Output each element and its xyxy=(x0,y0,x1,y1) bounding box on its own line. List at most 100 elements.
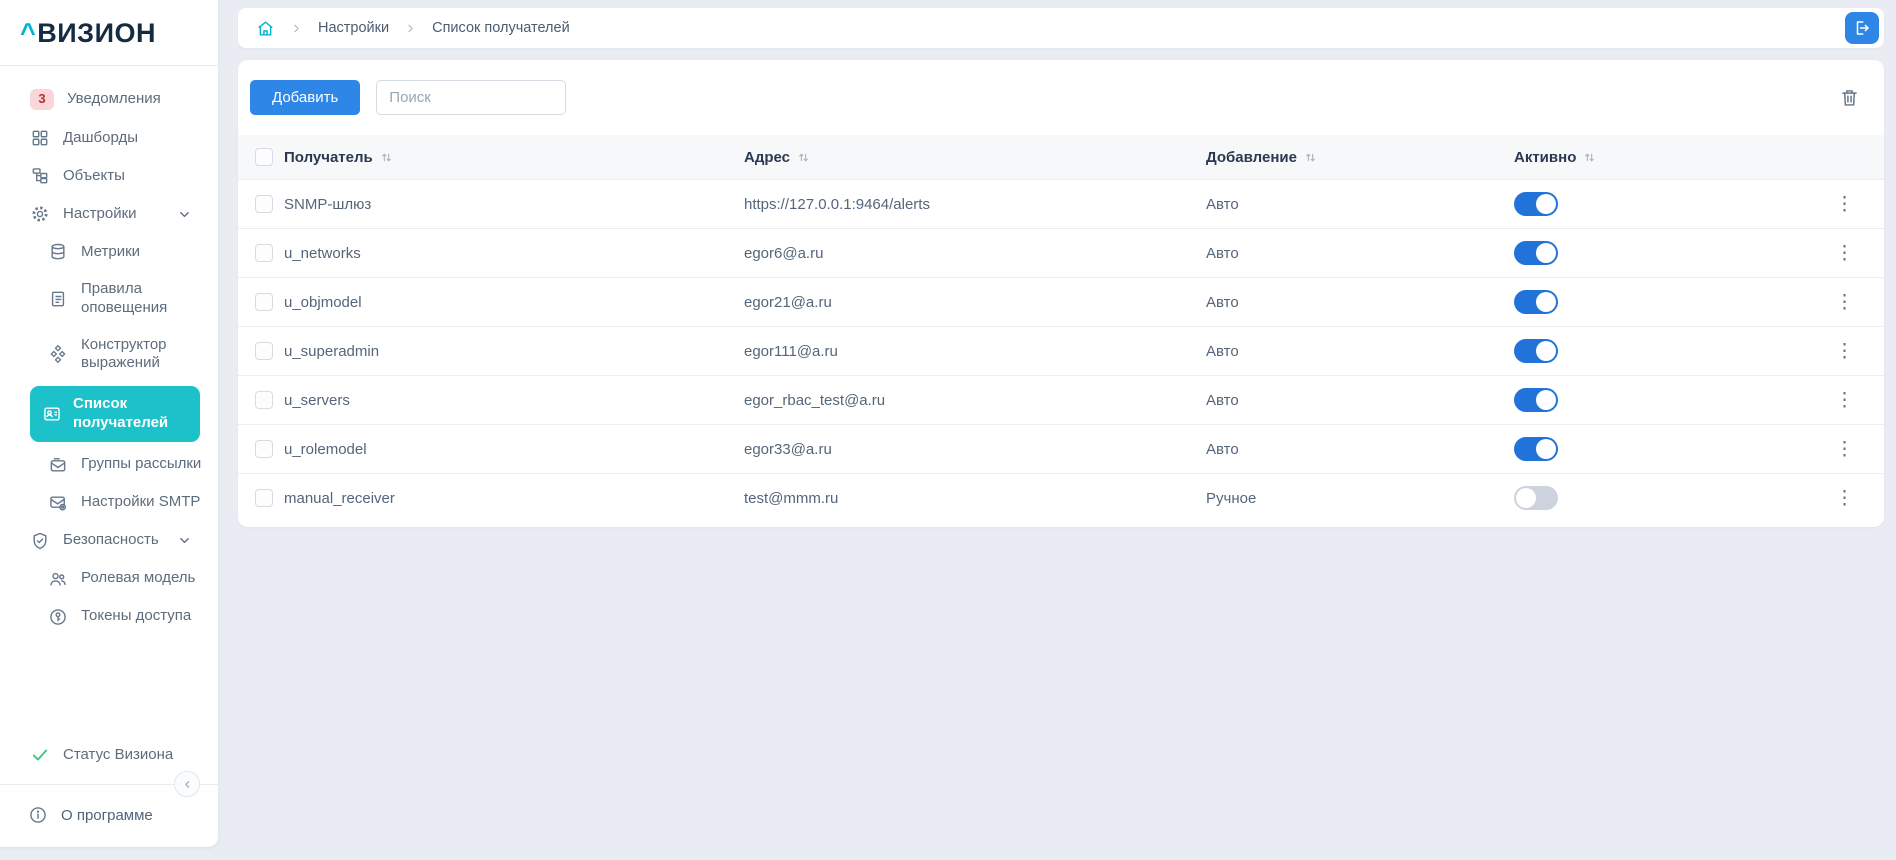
sidebar: ^ВИЗИОН 3 Уведомления Дашборды Объекты Н… xyxy=(0,0,218,847)
trash-icon xyxy=(1839,87,1860,108)
sidebar-item-vision-status[interactable]: Статус Визиона xyxy=(0,736,218,774)
document-icon xyxy=(48,289,68,309)
sort-icon[interactable] xyxy=(1304,151,1317,164)
row-checkbox[interactable] xyxy=(255,244,273,262)
row-checkbox[interactable] xyxy=(255,195,273,213)
recipient-addition: Авто xyxy=(1206,343,1239,360)
active-toggle[interactable] xyxy=(1514,290,1558,314)
sort-icon[interactable] xyxy=(1583,151,1596,164)
sidebar-collapse-button[interactable] xyxy=(174,771,200,797)
sidebar-nav: 3 Уведомления Дашборды Объекты Настройки xyxy=(0,66,218,636)
sidebar-item-notifications[interactable]: 3 Уведомления xyxy=(0,80,218,119)
diamond-cluster-icon xyxy=(48,344,68,364)
active-toggle[interactable] xyxy=(1514,241,1558,265)
sidebar-item-label: Ролевая модель xyxy=(81,569,195,588)
sidebar-item-smtp-settings[interactable]: Настройки SMTP xyxy=(0,484,218,522)
chevron-right-icon xyxy=(404,22,417,35)
notifications-badge: 3 xyxy=(30,89,54,110)
chevron-down-icon[interactable] xyxy=(177,533,192,548)
chevron-down-icon[interactable] xyxy=(177,207,192,222)
sidebar-item-role-model[interactable]: Ролевая модель xyxy=(0,560,218,598)
sort-icon[interactable] xyxy=(380,151,393,164)
sidebar-item-alert-rules[interactable]: Правила оповещения xyxy=(0,271,218,327)
row-menu-icon[interactable]: ⋮ xyxy=(1835,342,1854,361)
row-checkbox[interactable] xyxy=(255,440,273,458)
recipient-name: SNMP-шлюз xyxy=(284,196,371,213)
sidebar-item-metrics[interactable]: Метрики xyxy=(0,233,218,271)
table-header: Получатель Адрес Добавление Активно xyxy=(238,135,1884,179)
home-icon[interactable] xyxy=(256,19,275,38)
recipients-panel: Добавить Получатель Адрес Добавление Акт… xyxy=(238,60,1884,527)
app-logo: ^ВИЗИОН xyxy=(0,0,218,65)
active-toggle[interactable] xyxy=(1514,486,1558,510)
row-menu-icon[interactable]: ⋮ xyxy=(1835,440,1854,459)
recipient-addition: Авто xyxy=(1206,441,1239,458)
sidebar-item-objects[interactable]: Объекты xyxy=(0,157,218,195)
table-row: u_superadmin egor111@a.ru Авто ⋮ xyxy=(238,326,1884,375)
active-toggle[interactable] xyxy=(1514,192,1558,216)
toolbar: Добавить xyxy=(238,60,1884,135)
envelope-group-icon xyxy=(48,455,68,475)
row-checkbox[interactable] xyxy=(255,293,273,311)
column-header-addition: Добавление xyxy=(1206,149,1297,166)
people-icon xyxy=(48,569,68,589)
sidebar-bottom: Статус Визиона О программе xyxy=(0,736,218,847)
sidebar-item-dashboards[interactable]: Дашборды xyxy=(0,119,218,157)
recipient-addition: Авто xyxy=(1206,294,1239,311)
sidebar-item-label: Безопасность xyxy=(63,531,159,550)
sidebar-item-mailing-groups[interactable]: Группы рассылки xyxy=(0,446,218,484)
database-icon xyxy=(48,242,68,262)
sidebar-item-label: Конструктор выражений xyxy=(81,336,202,374)
sidebar-item-label: Настройки SMTP xyxy=(81,493,200,512)
recipient-addition: Авто xyxy=(1206,392,1239,409)
sidebar-item-label: Объекты xyxy=(63,167,125,186)
add-button[interactable]: Добавить xyxy=(250,80,360,115)
sidebar-item-label: Токены доступа xyxy=(81,607,191,626)
search-input[interactable] xyxy=(376,80,566,115)
recipient-name: u_superadmin xyxy=(284,343,379,360)
sidebar-item-label: Статус Визиона xyxy=(63,746,173,765)
sidebar-item-settings[interactable]: Настройки xyxy=(0,195,218,233)
sort-icon[interactable] xyxy=(797,151,810,164)
envelope-gear-icon xyxy=(48,493,68,513)
sidebar-item-expression-builder[interactable]: Конструктор выражений xyxy=(0,327,218,383)
logo-text: ВИЗИОН xyxy=(37,18,156,48)
recipient-addition: Авто xyxy=(1206,196,1239,213)
breadcrumb-item-recipients: Список получателей xyxy=(432,20,570,36)
breadcrumb: Настройки Список получателей xyxy=(256,19,570,38)
row-checkbox[interactable] xyxy=(255,342,273,360)
breadcrumb-item-settings[interactable]: Настройки xyxy=(318,20,389,36)
recipient-name: u_objmodel xyxy=(284,294,362,311)
active-toggle[interactable] xyxy=(1514,437,1558,461)
row-menu-icon[interactable]: ⋮ xyxy=(1835,391,1854,410)
row-menu-icon[interactable]: ⋮ xyxy=(1835,195,1854,214)
gear-icon xyxy=(30,204,50,224)
row-menu-icon[interactable]: ⋮ xyxy=(1835,489,1854,508)
status-check-icon xyxy=(30,745,50,765)
sidebar-item-label: Список получателей xyxy=(73,395,188,433)
sidebar-item-access-tokens[interactable]: Токены доступа xyxy=(0,598,218,636)
key-token-icon xyxy=(48,607,68,627)
table-row: u_servers egor_rbac_test@a.ru Авто ⋮ xyxy=(238,375,1884,424)
table-row: u_objmodel egor21@a.ru Авто ⋮ xyxy=(238,277,1884,326)
recipient-address: egor21@a.ru xyxy=(744,294,832,311)
sidebar-item-label: Группы рассылки xyxy=(81,455,201,474)
logout-icon xyxy=(1853,19,1871,37)
logout-button[interactable] xyxy=(1845,12,1879,44)
row-checkbox[interactable] xyxy=(255,391,273,409)
select-all-checkbox[interactable] xyxy=(255,148,273,166)
table-row: u_networks egor6@a.ru Авто ⋮ xyxy=(238,228,1884,277)
sidebar-item-security[interactable]: Безопасность xyxy=(0,522,218,560)
active-toggle[interactable] xyxy=(1514,339,1558,363)
row-checkbox[interactable] xyxy=(255,489,273,507)
trash-button[interactable] xyxy=(1837,85,1862,110)
row-menu-icon[interactable]: ⋮ xyxy=(1835,244,1854,263)
sidebar-item-label: Метрики xyxy=(81,243,140,262)
table-row: SNMP-шлюз https://127.0.0.1:9464/alerts … xyxy=(238,179,1884,228)
sidebar-item-label: Правила оповещения xyxy=(81,280,202,318)
sidebar-item-recipients-list[interactable]: Список получателей xyxy=(30,386,200,442)
active-toggle[interactable] xyxy=(1514,388,1558,412)
recipient-address: egor_rbac_test@a.ru xyxy=(744,392,885,409)
row-menu-icon[interactable]: ⋮ xyxy=(1835,293,1854,312)
recipient-card-icon xyxy=(42,404,62,424)
